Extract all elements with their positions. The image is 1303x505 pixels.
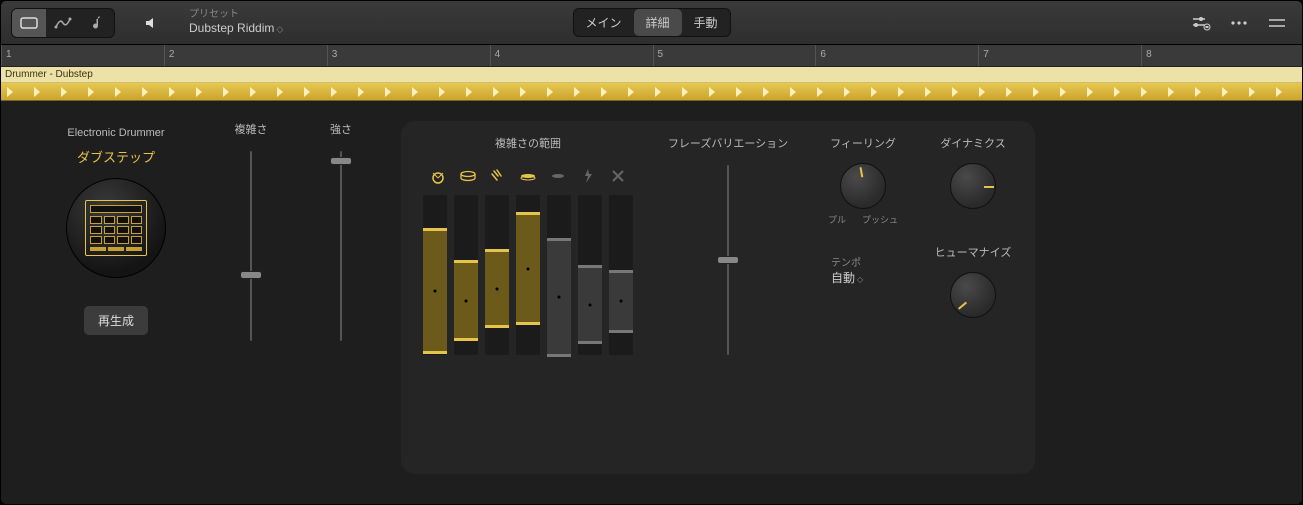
- drummer-image[interactable]: [66, 178, 166, 278]
- menu-button[interactable]: [1262, 9, 1292, 37]
- caret-icon: ◇: [276, 24, 283, 34]
- bar-mark: 6: [815, 45, 826, 66]
- bar-mark: 8: [1141, 45, 1152, 66]
- detail-panel: 複雑さの範囲 フレーズバリエーション フィーリング: [401, 121, 1035, 474]
- feel-sub-left: プル: [828, 213, 846, 226]
- preset-name: Dubstep Riddim◇: [189, 20, 283, 35]
- settings-button[interactable]: [1186, 9, 1216, 37]
- timeline: 1 2 3 4 5 6 7 8 Drummer - Dubstep: [1, 45, 1302, 101]
- editor-tabs: メイン 詳細 手動: [572, 8, 730, 37]
- dynamics-knob-column: ダイナミクス: [933, 135, 1013, 209]
- snare-icon[interactable]: [459, 167, 477, 185]
- drummer-title: Electronic Drummer: [67, 127, 164, 139]
- phrase-column: フレーズバリエーション: [673, 135, 783, 456]
- range-bars: [423, 195, 633, 355]
- bar-mark: 7: [978, 45, 989, 66]
- header-toolbar: プリセット Dubstep Riddim◇ メイン 詳細 手動: [1, 1, 1302, 45]
- humanize-knob[interactable]: [950, 272, 996, 318]
- view-mode-segment: [11, 8, 115, 38]
- caret-icon: ◇: [857, 275, 863, 284]
- drum-machine-icon: [85, 200, 147, 256]
- range-bar[interactable]: [578, 195, 602, 355]
- complexity-slider[interactable]: [239, 151, 263, 341]
- view-automation-button[interactable]: [46, 9, 80, 37]
- kick-icon[interactable]: [429, 167, 447, 185]
- feel-sub-right: プッシュ: [862, 213, 898, 226]
- drummer-style: ダブステップ: [77, 147, 155, 166]
- rectangle-icon: [20, 16, 38, 30]
- ellipsis-icon: [1230, 20, 1248, 26]
- preset-label: プリセット: [189, 9, 283, 20]
- app-window: プリセット Dubstep Riddim◇ メイン 詳細 手動 1 2 3 4 5 6 7 8…: [0, 0, 1303, 505]
- loudness-column: 強さ: [311, 121, 371, 474]
- regenerate-button[interactable]: 再生成: [84, 306, 148, 335]
- bar-mark: 4: [490, 45, 501, 66]
- knobs-block: フィーリング プル プッシュ ダイナミクス テンポ: [823, 135, 1013, 456]
- instrument-icons: [429, 165, 627, 187]
- range-bar[interactable]: [423, 195, 447, 355]
- editor-panel: Electronic Drummer ダブステップ 再生成 複雑さ: [1, 101, 1302, 504]
- tab-manual[interactable]: 手動: [682, 9, 730, 36]
- tempo-selector[interactable]: テンポ 自動◇: [831, 254, 863, 286]
- bar-mark: 3: [327, 45, 338, 66]
- loudness-slider[interactable]: [329, 151, 353, 341]
- humanize-knob-column: ヒューマナイズ: [933, 244, 1013, 318]
- tab-main[interactable]: メイン: [573, 9, 633, 36]
- view-region-button[interactable]: [12, 9, 46, 37]
- tempo-value: 自動◇: [831, 269, 863, 286]
- tempo-label: テンポ: [831, 254, 863, 269]
- volume-button[interactable]: [137, 9, 167, 37]
- hihat-icon[interactable]: [519, 167, 537, 185]
- loudness-label: 強さ: [330, 121, 352, 137]
- complexity-range-column: 複雑さの範囲: [423, 135, 633, 456]
- region-name[interactable]: Drummer - Dubstep: [1, 67, 1302, 83]
- fx-icon[interactable]: [579, 167, 597, 185]
- bar-ruler[interactable]: 1 2 3 4 5 6 7 8: [1, 45, 1302, 67]
- region-body[interactable]: [1, 83, 1302, 101]
- range-bar[interactable]: [454, 195, 478, 355]
- range-bar[interactable]: [485, 195, 509, 355]
- tab-detail[interactable]: 詳細: [633, 9, 681, 36]
- feel-label: フィーリング: [830, 135, 896, 151]
- range-bar[interactable]: [547, 195, 571, 355]
- more-button[interactable]: [1224, 9, 1254, 37]
- range-bar[interactable]: [609, 195, 633, 355]
- phrase-slider[interactable]: [716, 165, 740, 355]
- clap-icon[interactable]: [489, 167, 507, 185]
- range-label: 複雑さの範囲: [495, 135, 561, 151]
- humanize-label: ヒューマナイズ: [935, 244, 1012, 260]
- feel-knob-column: フィーリング プル プッシュ: [823, 135, 903, 226]
- lines-icon: [1268, 18, 1286, 28]
- complexity-label: 複雑さ: [235, 121, 268, 137]
- feel-knob[interactable]: [840, 163, 886, 209]
- drummer-column: Electronic Drummer ダブステップ 再生成: [41, 121, 191, 474]
- sliders-lock-icon: [1191, 15, 1211, 31]
- feel-sublabels: プル プッシュ: [828, 213, 898, 226]
- note-icon: [91, 15, 103, 31]
- preset-selector[interactable]: プリセット Dubstep Riddim◇: [189, 9, 283, 35]
- dynamics-label: ダイナミクス: [940, 135, 1005, 151]
- phrase-label: フレーズバリエーション: [668, 135, 788, 151]
- perc-icon[interactable]: [549, 167, 567, 185]
- bar-mark: 5: [653, 45, 664, 66]
- dynamics-knob[interactable]: [950, 163, 996, 209]
- complexity-column: 複雑さ: [221, 121, 281, 474]
- curve-icon: [54, 16, 72, 30]
- view-score-button[interactable]: [80, 9, 114, 37]
- bar-mark: 1: [1, 45, 12, 66]
- bar-mark: 2: [164, 45, 175, 66]
- x-icon[interactable]: [609, 167, 627, 185]
- range-bar[interactable]: [516, 195, 540, 355]
- speaker-icon: [144, 16, 160, 30]
